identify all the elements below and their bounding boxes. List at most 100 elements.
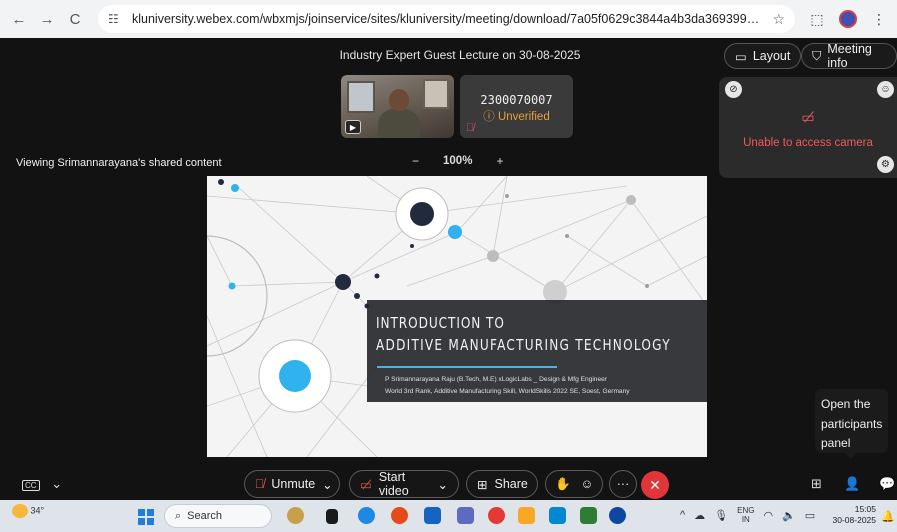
taskbar-clock[interactable]: 15:05 30-08-2025: [832, 504, 876, 526]
background-window: [423, 79, 449, 109]
slide-title-line1: INTRODUCTION TO: [376, 314, 505, 332]
layout-label: Layout: [752, 49, 791, 63]
meeting-title: Industry Expert Guest Lecture on 30-08-2…: [339, 48, 581, 62]
reload-icon[interactable]: C: [64, 8, 86, 30]
show-hidden-icons-icon[interactable]: ^: [680, 509, 685, 521]
file-explorer-icon[interactable]: [518, 507, 535, 524]
share-label: Share: [494, 477, 528, 491]
pin-off-icon[interactable]: ⊘: [725, 81, 742, 98]
reactions-group: ✋ ☺: [545, 470, 603, 498]
self-view-panel: ⊘ ☺ ▭̸ Unable to access camera ⚙: [719, 77, 897, 178]
wifi-icon[interactable]: ◠: [763, 509, 773, 522]
participant-body: [378, 109, 420, 138]
extensions-icon[interactable]: ⬚: [807, 9, 827, 29]
background-window: [347, 81, 375, 113]
meeting-info-button[interactable]: ⛉ Meeting info: [801, 42, 897, 70]
address-bar[interactable]: ☷ kluniversity.webex.com/wbxmjs/joinserv…: [98, 5, 795, 33]
windows-taskbar: 34° ⌕ Search ^ ☁ 🎙 ENG IN ◠ 🔈 ▭ 15:05 30…: [0, 500, 897, 532]
zoom-out-button[interactable]: −: [412, 154, 419, 168]
search-icon: ⌕: [175, 509, 182, 522]
participants-icon[interactable]: 👤: [844, 476, 860, 492]
battery-icon[interactable]: ▭: [805, 509, 815, 522]
share-screen-icon: ⊞: [477, 477, 488, 492]
task-view-icon[interactable]: [326, 509, 338, 524]
muted-mic-icon: 🎙̸: [255, 477, 265, 491]
leave-meeting-button[interactable]: ✕: [641, 471, 669, 499]
more-icon: ···: [616, 477, 630, 491]
meeting-info-label: Meeting info: [827, 42, 872, 70]
webex-app-icon[interactable]: [609, 507, 626, 524]
webex-meeting-window: Industry Expert Guest Lecture on 30-08-2…: [0, 38, 897, 500]
profile-avatar[interactable]: [839, 10, 857, 28]
layout-button[interactable]: ▭ Layout: [724, 43, 802, 69]
clock-date: 30-08-2025: [832, 515, 876, 525]
slide-subtitle-line2: World 3rd Rank, Additive Manufacturing S…: [385, 388, 630, 395]
notification-bell-icon[interactable]: 🔔: [881, 510, 895, 523]
teams-app-icon[interactable]: [457, 507, 474, 524]
apps-icon[interactable]: ⊞: [811, 476, 822, 492]
participant-info-tile[interactable]: 2300070007 ⓘ Unverified 🎙̸: [460, 75, 573, 138]
slide-title-box: INTRODUCTION TO ADDITIVE MANUFACTURING T…: [367, 300, 707, 402]
chrome-browser-icon[interactable]: [488, 507, 505, 524]
excel-app-icon[interactable]: [580, 507, 597, 524]
language-indicator[interactable]: ENG IN: [737, 506, 754, 524]
slide-subtitle-line1: P Srimannarayana Raju (B.Tech, M.E) xLog…: [385, 376, 607, 383]
reactions-icon[interactable]: ☺: [581, 477, 594, 491]
outlook-app-icon[interactable]: [549, 507, 566, 524]
sharing-status-label: Viewing Srimannarayana's shared content: [16, 157, 222, 169]
avatar-icon[interactable]: ☺: [877, 81, 894, 98]
more-options-button[interactable]: ···: [609, 470, 637, 498]
chevron-down-icon[interactable]: ⌄: [322, 477, 332, 492]
participant-video-tile[interactable]: ▶: [341, 75, 454, 138]
title-underline: [377, 366, 557, 368]
site-settings-icon[interactable]: ☷: [108, 12, 126, 26]
taskbar-search[interactable]: ⌕ Search: [164, 504, 272, 528]
zoom-in-button[interactable]: +: [496, 154, 503, 168]
cloud-icon[interactable]: ☁: [694, 509, 705, 522]
photos-app-icon[interactable]: [391, 507, 408, 524]
share-button[interactable]: ⊞ Share: [466, 470, 538, 498]
captions-button[interactable]: CC ⌄: [22, 476, 62, 492]
start-video-button[interactable]: ▭̸ Start video ⌄: [349, 470, 459, 498]
raise-hand-icon[interactable]: ✋: [555, 477, 571, 492]
start-button[interactable]: [138, 509, 154, 525]
back-icon[interactable]: ←: [8, 8, 30, 30]
speaker-icon[interactable]: 🔈: [782, 509, 796, 522]
unmute-label: Unmute: [271, 477, 316, 491]
unmute-button[interactable]: 🎙̸ Unmute ⌄: [244, 470, 340, 498]
windows-logo-tile: [138, 509, 145, 516]
muted-mic-icon: 🎙̸: [466, 122, 475, 134]
layout-icon: ▭: [735, 49, 747, 64]
weather-widget[interactable]: 34°: [12, 504, 44, 518]
windows-logo-tile: [147, 518, 154, 525]
settings-gear-icon[interactable]: ⚙: [877, 156, 894, 173]
clock-time: 15:05: [854, 504, 876, 514]
participant-id: 2300070007: [480, 93, 553, 107]
captions-icon: CC: [22, 480, 40, 491]
unverified-status: ⓘ Unverified: [483, 111, 550, 123]
temperature: 34°: [30, 505, 45, 516]
zoom-controls: − 100% +: [412, 154, 503, 168]
screen-share-icon: ▶: [345, 120, 361, 134]
windows-logo-tile: [147, 509, 154, 516]
forward-icon[interactable]: →: [36, 8, 58, 30]
weather-sun-icon: [12, 504, 28, 518]
bookmark-star-icon[interactable]: ☆: [772, 11, 785, 28]
chevron-down-icon[interactable]: ⌄: [438, 477, 448, 492]
microphone-icon[interactable]: 🎙: [714, 509, 728, 522]
zoom-level: 100%: [443, 155, 473, 167]
start-video-label: Start video: [378, 470, 409, 498]
browser-menu-icon[interactable]: ⋮: [869, 9, 889, 29]
camera-error-text: Unable to access camera: [743, 137, 873, 149]
shield-icon: ⛉: [812, 48, 822, 63]
chevron-down-icon[interactable]: ⌄: [51, 476, 62, 491]
edge-browser-icon[interactable]: [358, 507, 375, 524]
camera-off-icon: ▭̸: [360, 477, 372, 492]
url-text[interactable]: kluniversity.webex.com/wbxmjs/joinservic…: [132, 12, 764, 26]
chat-icon[interactable]: 💬: [879, 476, 895, 492]
camera-off-icon: ▭̸: [801, 109, 815, 125]
store-app-icon[interactable]: [424, 507, 441, 524]
windows-logo-tile: [138, 518, 145, 525]
system-tray: ^ ☁ 🎙 ENG IN ◠ 🔈 ▭: [680, 506, 815, 524]
widget-app-icon[interactable]: [287, 507, 304, 524]
